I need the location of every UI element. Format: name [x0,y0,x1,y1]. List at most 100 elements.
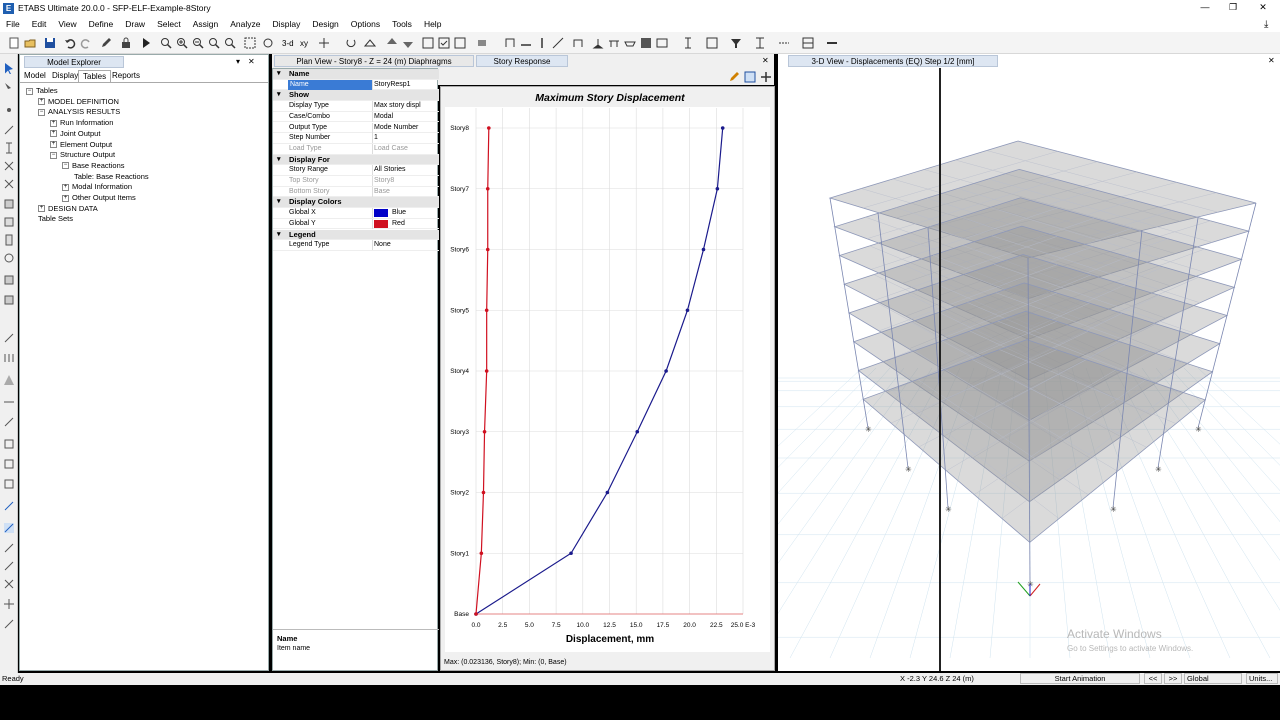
section-icon[interactable] [706,37,718,49]
draw-beam-icon[interactable] [520,37,532,49]
move-cross-icon[interactable] [760,71,772,83]
object-shrink-icon[interactable] [476,37,488,49]
draw-section-cut-icon[interactable] [3,374,15,386]
perspective-icon[interactable] [364,37,376,49]
start-animation-button[interactable]: Start Animation [1020,673,1140,684]
draw-column-tool-icon[interactable] [3,142,15,154]
property-value[interactable]: Story8 [374,176,394,187]
collapse-icon[interactable]: ▾ [277,90,281,101]
menu-assign[interactable]: Assign [187,19,225,29]
property-row[interactable]: Case/Combo Modal [273,111,439,123]
property-row[interactable]: Name StoryResp1 [273,79,439,91]
move-up-icon[interactable] [386,37,398,49]
snap-mid-icon[interactable] [3,542,15,554]
property-row[interactable]: Load Type Load Case [273,143,439,155]
tree-item[interactable]: − Structure Output [50,150,115,160]
tab-model[interactable]: Model [20,70,50,82]
property-section[interactable]: ▾ Display For [273,154,439,166]
draw-brace-icon[interactable] [552,37,564,49]
expand-toggle-icon[interactable]: − [26,87,33,95]
3d-model-canvas[interactable]: ✳✳✳✳✳✳✳ [778,68,1280,671]
draw-ref-point-icon[interactable] [3,416,15,428]
select-all-icon[interactable] [438,37,450,49]
assign-diaphragm-icon[interactable] [624,37,636,49]
tree-item[interactable]: + Element Output [50,140,112,150]
draw-floor-icon[interactable] [3,198,15,210]
property-value[interactable]: All Stories [374,165,406,176]
tree-item[interactable]: + Other Output Items [62,193,136,203]
undo-icon[interactable] [64,37,76,49]
draw-dimension-icon[interactable] [3,396,15,408]
property-value[interactable]: Modal [374,112,393,123]
maximize-button[interactable]: ❐ [1222,1,1244,14]
3d-view-button[interactable]: 3-d [282,39,294,48]
units-button[interactable]: Units... [1246,673,1278,684]
tab-reports[interactable]: Reports [108,70,144,82]
pencil-edit-icon[interactable] [728,71,740,83]
draw-slab-icon[interactable] [3,274,15,286]
property-row[interactable]: Global X Blue [273,208,439,219]
property-row[interactable]: Legend Type None [273,240,439,251]
tree-item[interactable]: + MODEL DEFINITION [38,97,119,107]
download-icon[interactable]: ⤓ [1264,19,1268,30]
3d-view-title[interactable]: 3-D View - Displacements (EQ) Step 1/2 [… [788,55,998,67]
minimize-button[interactable]: — [1194,1,1216,14]
property-value[interactable]: Red [392,219,405,230]
expand-toggle-icon[interactable]: + [50,141,57,149]
chart-options-icon[interactable] [744,71,756,83]
coord-system-select[interactable]: Global [1184,673,1242,684]
close-button[interactable]: ✕ [1252,1,1274,14]
tab-story-response[interactable]: Story Response [476,55,568,67]
property-value[interactable]: None [374,240,391,251]
draw-brace-tool-icon[interactable] [3,160,15,172]
draw-opening-icon[interactable] [3,252,15,264]
zoom-window-icon[interactable] [160,37,172,49]
property-section[interactable]: ▾ Show [273,90,439,102]
tree-item[interactable]: + Run Information [50,118,113,128]
draw-wall-icon[interactable] [3,234,15,246]
snap-perp-icon[interactable] [3,560,15,572]
menu-define[interactable]: Define [83,19,120,29]
pointer-icon[interactable] [3,62,15,74]
menu-display[interactable]: Display [266,19,306,29]
display-options-icon[interactable] [422,37,434,49]
pencil-icon[interactable] [100,37,112,49]
expand-toggle-icon[interactable]: + [38,98,45,106]
grid-icon[interactable] [802,37,814,49]
lock-icon[interactable] [120,37,132,49]
expand-toggle-icon[interactable]: − [62,162,69,170]
property-row[interactable]: Display Type Max story displ [273,101,439,112]
tree-item[interactable]: + Joint Output [50,129,100,139]
tree-item[interactable]: + Modal Information [62,182,132,192]
draw-line-icon[interactable] [3,124,15,136]
draw-grid-icon[interactable] [3,352,15,364]
property-value[interactable]: Load Case [374,144,408,155]
draw-frame-icon[interactable] [504,37,516,49]
draw-rect-floor-icon[interactable] [3,216,15,228]
wall-icon[interactable] [754,37,766,49]
property-row[interactable]: Top Story Story8 [273,176,439,187]
open-icon[interactable] [24,37,36,49]
menu-draw[interactable]: Draw [119,19,151,29]
clear-selection-icon[interactable] [3,478,15,490]
tab-tables[interactable]: Tables [78,70,112,82]
color-swatch[interactable] [374,209,388,218]
menu-tools[interactable]: Tools [386,19,418,29]
snap-line-icon[interactable] [3,522,15,534]
get-previous-selection-icon[interactable] [454,37,466,49]
center-close-button[interactable]: ✕ [762,56,769,65]
rotate-icon[interactable] [345,37,357,49]
property-row[interactable]: Global Y Red [273,218,439,230]
move-down-icon[interactable] [402,37,414,49]
expand-toggle-icon[interactable]: − [38,108,45,116]
expand-toggle-icon[interactable]: + [50,119,57,127]
property-value[interactable]: Base [374,187,390,198]
snap-point-icon[interactable] [3,598,15,610]
collapse-icon[interactable]: ▾ [277,69,281,80]
anim-prev-button[interactable]: << [1144,673,1162,684]
tree-item[interactable]: − Tables [26,86,58,96]
assign-load-icon[interactable] [640,37,652,49]
property-value[interactable]: StoryResp1 [374,80,411,91]
collapse-icon[interactable]: ▾ [277,230,281,241]
property-value[interactable]: Blue [392,208,406,219]
